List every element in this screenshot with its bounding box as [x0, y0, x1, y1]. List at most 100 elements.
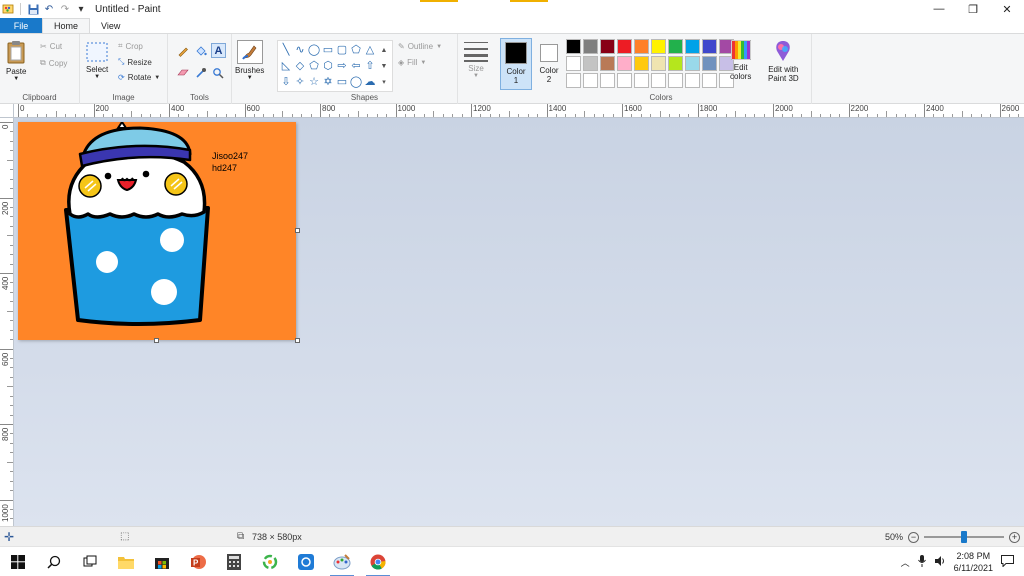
palette-swatch[interactable]	[685, 39, 700, 54]
right-arrow-shape-icon[interactable]: ⇨	[335, 58, 349, 74]
paste-button[interactable]: Paste ▼	[6, 40, 26, 82]
curve-shape-icon[interactable]: ∿	[293, 42, 307, 58]
size-button[interactable]: Size ▼	[464, 40, 488, 79]
palette-swatch[interactable]	[566, 39, 581, 54]
palette-swatch[interactable]	[566, 73, 581, 88]
search-icon[interactable]	[36, 547, 72, 576]
palette-swatch[interactable]	[583, 39, 598, 54]
resize-handle-bottom[interactable]	[154, 338, 159, 343]
minimize-button[interactable]: —	[922, 0, 956, 18]
start-button[interactable]	[0, 547, 36, 576]
polygon-shape-icon[interactable]: ⬠	[349, 42, 363, 58]
redo-icon[interactable]: ↷	[59, 3, 71, 15]
palette-swatch[interactable]	[566, 56, 581, 71]
paint-taskbar-icon[interactable]	[324, 547, 360, 576]
callout-oval-shape-icon[interactable]: ◯	[349, 74, 363, 90]
volume-icon[interactable]	[934, 555, 946, 569]
palette-swatch[interactable]	[702, 56, 717, 71]
palette-swatch[interactable]	[651, 39, 666, 54]
rectangle-shape-icon[interactable]: ▭	[321, 42, 335, 58]
app-swirl-icon[interactable]	[252, 547, 288, 576]
screen-capture-icon[interactable]	[288, 547, 324, 576]
select-button[interactable]: Select ▼	[86, 42, 108, 80]
rotate-button[interactable]: ⟳ Rotate ▼	[118, 73, 160, 82]
resize-handle-right[interactable]	[295, 228, 300, 233]
drawing-canvas[interactable]: Jisoo247 hd247	[18, 120, 296, 340]
zoom-slider[interactable]	[924, 531, 1004, 543]
palette-swatch[interactable]	[617, 73, 632, 88]
resize-button[interactable]: ⤡ Resize	[118, 57, 152, 67]
store-icon[interactable]	[144, 547, 180, 576]
crop-button[interactable]: ⌗ Crop	[118, 41, 143, 51]
show-hidden-icons-icon[interactable]: ︿	[901, 556, 910, 569]
four-point-star-shape-icon[interactable]: ✧	[293, 74, 307, 90]
down-arrow-shape-icon[interactable]: ⇩	[279, 74, 293, 90]
task-view-icon[interactable]	[72, 547, 108, 576]
palette-swatch[interactable]	[583, 73, 598, 88]
tab-view[interactable]: View	[90, 18, 131, 33]
text-tool-icon[interactable]: A	[211, 43, 226, 58]
diamond-shape-icon[interactable]: ◇	[293, 58, 307, 74]
customize-dropdown-icon[interactable]: ▾	[75, 3, 87, 15]
powerpoint-icon[interactable]: P	[180, 547, 216, 576]
outline-button[interactable]: ✎ Outline ▼	[398, 42, 442, 51]
notifications-icon[interactable]	[1001, 555, 1014, 569]
triangle-shape-icon[interactable]: △	[363, 42, 377, 58]
rounded-rectangle-shape-icon[interactable]: ▢	[335, 42, 349, 58]
six-point-star-shape-icon[interactable]: ✡	[321, 74, 335, 90]
eraser-icon[interactable]	[176, 66, 190, 80]
palette-swatch[interactable]	[600, 56, 615, 71]
edit-colors-button[interactable]: Edit colors	[730, 40, 751, 81]
zoom-slider-thumb[interactable]	[961, 531, 967, 543]
palette-swatch[interactable]	[702, 73, 717, 88]
microphone-icon[interactable]	[917, 555, 926, 569]
right-triangle-shape-icon[interactable]: ◺	[279, 58, 293, 74]
palette-swatch[interactable]	[617, 39, 632, 54]
palette-swatch[interactable]	[651, 56, 666, 71]
palette-swatch[interactable]	[583, 56, 598, 71]
palette-swatch[interactable]	[634, 73, 649, 88]
pencil-icon[interactable]	[176, 44, 190, 58]
line-shape-icon[interactable]: ╲	[279, 42, 293, 58]
copy-button[interactable]: ⧉ Copy	[40, 58, 67, 68]
pentagon-shape-icon[interactable]: ⬠	[307, 58, 321, 74]
palette-swatch[interactable]	[702, 39, 717, 54]
resize-handle-corner[interactable]	[295, 338, 300, 343]
tab-home[interactable]: Home	[42, 18, 91, 33]
palette-swatch[interactable]	[651, 73, 666, 88]
paint-app-icon[interactable]	[2, 3, 14, 15]
tab-file[interactable]: File	[0, 18, 42, 33]
palette-swatch[interactable]	[600, 39, 615, 54]
palette-swatch[interactable]	[685, 56, 700, 71]
palette-swatch[interactable]	[634, 39, 649, 54]
magnifier-icon[interactable]	[211, 66, 225, 80]
palette-swatch[interactable]	[634, 56, 649, 71]
palette-swatch[interactable]	[668, 56, 683, 71]
palette-swatch[interactable]	[668, 39, 683, 54]
edit-with-paint3d-button[interactable]: Edit with Paint 3D	[768, 40, 799, 83]
palette-swatch[interactable]	[617, 56, 632, 71]
zoom-in-icon[interactable]: +	[1009, 531, 1020, 543]
palette-swatch[interactable]	[685, 73, 700, 88]
scroll-up-icon[interactable]: ▲	[377, 42, 391, 58]
restore-button[interactable]: ❐	[956, 0, 990, 18]
close-button[interactable]: ✕	[990, 0, 1024, 18]
callout-rect-shape-icon[interactable]: ▭	[335, 74, 349, 90]
clock[interactable]: 2:08 PM 6/11/2021	[954, 550, 993, 574]
scroll-down-icon[interactable]: ▼	[377, 58, 391, 74]
save-icon[interactable]	[27, 3, 39, 15]
chrome-icon[interactable]	[360, 547, 396, 576]
zoom-out-icon[interactable]: −	[908, 531, 919, 543]
calculator-icon[interactable]	[216, 547, 252, 576]
cut-button[interactable]: ✂ Cut	[40, 42, 62, 51]
expand-gallery-icon[interactable]: ▾	[377, 74, 391, 90]
fill-button[interactable]: ◈ Fill ▼	[398, 58, 426, 67]
file-explorer-icon[interactable]	[108, 547, 144, 576]
brushes-button[interactable]: Brushes ▼	[235, 40, 264, 81]
palette-swatch[interactable]	[668, 73, 683, 88]
left-arrow-shape-icon[interactable]: ⇦	[349, 58, 363, 74]
hexagon-shape-icon[interactable]: ⬡	[321, 58, 335, 74]
palette-swatch[interactable]	[600, 73, 615, 88]
five-point-star-shape-icon[interactable]: ☆	[307, 74, 321, 90]
cloud-shape-icon[interactable]: ☁	[363, 74, 377, 90]
